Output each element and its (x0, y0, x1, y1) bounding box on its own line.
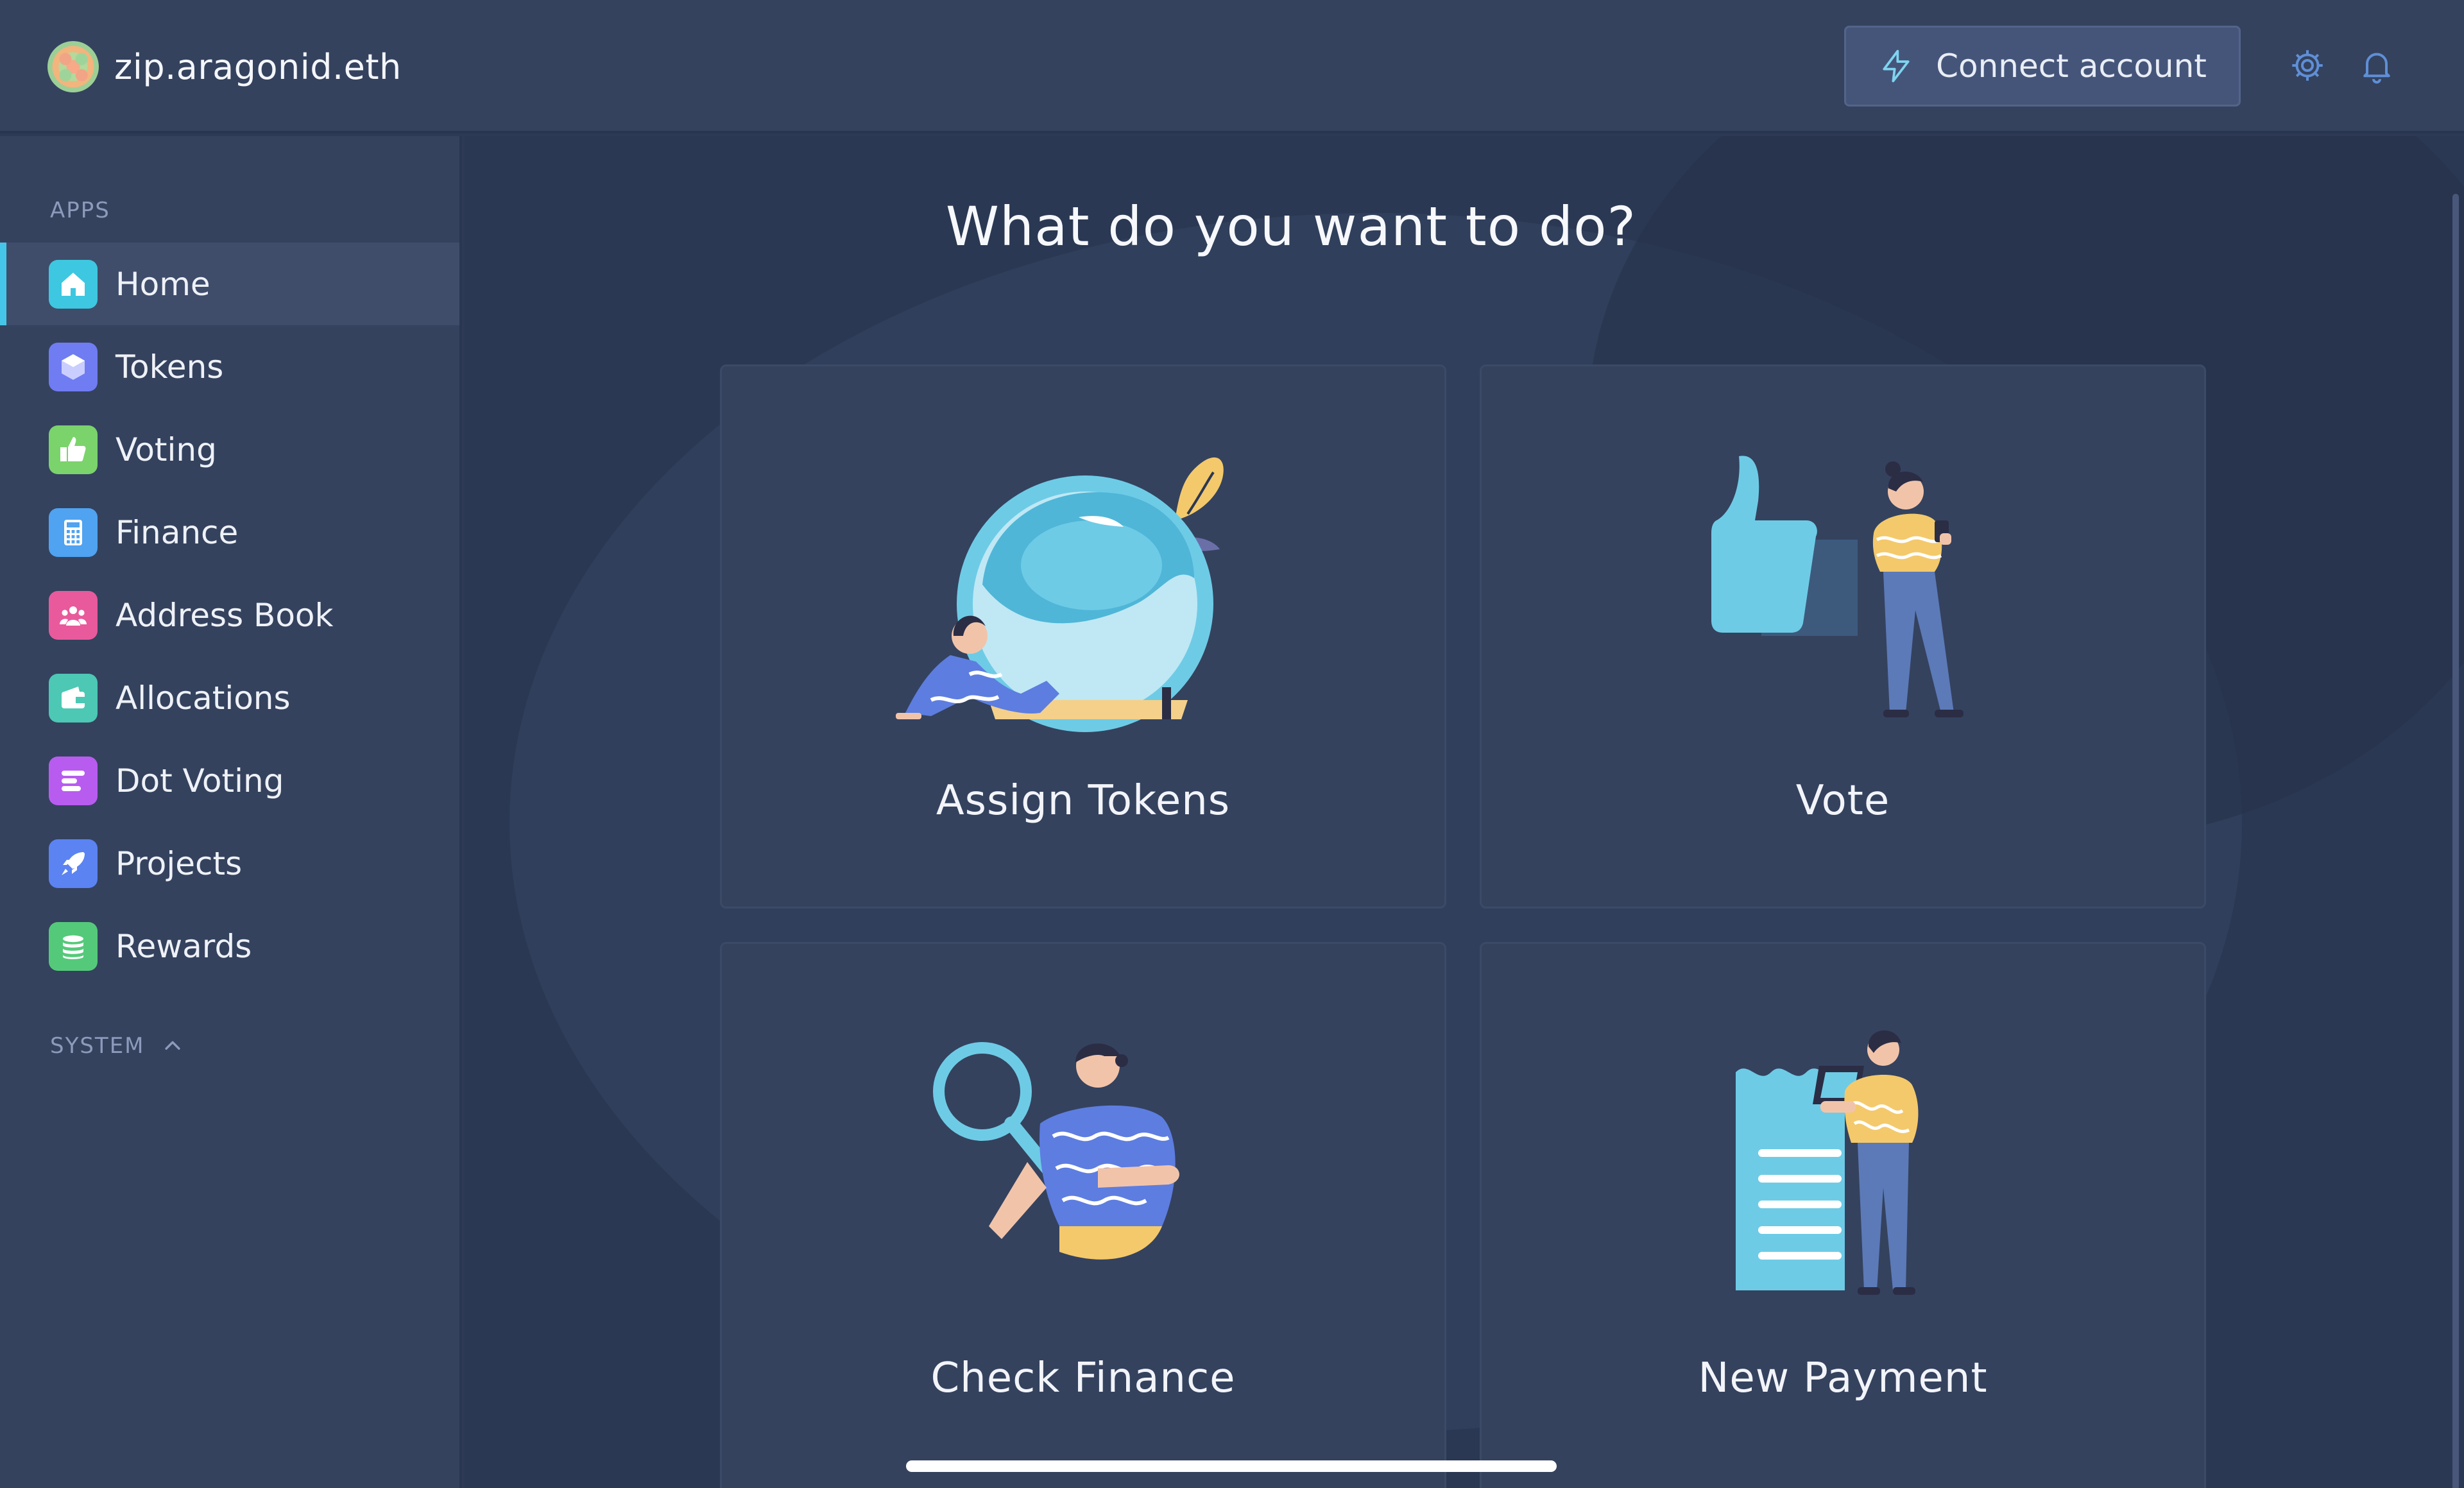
projects-icon (49, 839, 98, 888)
top-bar: zip.aragonid.eth Connect account (0, 0, 2464, 133)
home-indicator[interactable] (906, 1460, 1557, 1472)
finance-icon (49, 508, 98, 557)
sidebar-item-projects[interactable]: Projects (0, 822, 459, 905)
sidebar-item-voting[interactable]: Voting (0, 408, 459, 491)
sidebar-item-label: Finance (116, 513, 239, 551)
vote-card[interactable]: Vote (1480, 364, 2206, 909)
org-switcher[interactable]: zip.aragonid.eth (47, 38, 402, 95)
org-name: zip.aragonid.eth (114, 46, 402, 87)
main-content: What do you want to do? Assign Tokens Vo… (465, 136, 2464, 1488)
sidebar-item-finance[interactable]: Finance (0, 491, 459, 574)
sidebar-item-label: Allocations (116, 679, 291, 717)
sidebar-item-label: Dot Voting (116, 762, 284, 800)
apps-section-label: APPS (50, 198, 110, 223)
sidebar-item-home[interactable]: Home (0, 243, 459, 325)
sidebar-item-tokens[interactable]: Tokens (0, 325, 459, 408)
new-payment-card[interactable]: New Payment (1480, 942, 2206, 1488)
check-finance-card[interactable]: Check Finance (720, 942, 1446, 1488)
tokens-icon (49, 342, 98, 391)
allocations-icon (49, 673, 98, 723)
sidebar-item-rewards[interactable]: Rewards (0, 905, 459, 988)
assign-tokens-card[interactable]: Assign Tokens (720, 364, 1446, 909)
new-payment-illustration (1736, 1030, 1919, 1295)
sidebar-item-allocations[interactable]: Allocations (0, 656, 459, 739)
home-icon (49, 259, 98, 309)
dot-voting-icon (49, 756, 98, 805)
assign-tokens-label: Assign Tokens (936, 777, 1231, 825)
vote-illustration (1711, 456, 1964, 717)
sidebar-item-label: Tokens (116, 348, 224, 386)
bell-icon[interactable] (2357, 46, 2396, 85)
gear-icon[interactable] (2288, 46, 2327, 85)
app-nav: Home Tokens Voting Finance Address Book (0, 243, 459, 988)
sidebar-item-label: Rewards (116, 927, 252, 965)
sidebar-item-label: Voting (116, 431, 217, 468)
assign-tokens-illustration (896, 457, 1224, 732)
system-section-label: SYSTEM (50, 1033, 145, 1059)
connect-account-button[interactable]: Connect account (1844, 26, 2241, 107)
sidebar-item-label: Home (116, 265, 210, 303)
connect-account-label: Connect account (1936, 47, 2207, 85)
scrollbar[interactable] (2452, 194, 2459, 1488)
vote-label: Vote (1795, 777, 1890, 825)
system-section-toggle[interactable]: SYSTEM (50, 1033, 184, 1059)
voting-icon (49, 425, 98, 474)
check-finance-illustration (933, 1042, 1179, 1260)
bolt-icon (1883, 49, 1910, 83)
page-title: What do you want to do? (945, 195, 1637, 258)
chevron-up-icon (164, 1041, 180, 1050)
sidebar-item-dot-voting[interactable]: Dot Voting (0, 739, 459, 822)
rewards-icon (49, 921, 98, 971)
sidebar-item-label: Address Book (116, 596, 334, 634)
check-finance-label: Check Finance (930, 1355, 1236, 1402)
sidebar-item-label: Projects (116, 844, 243, 882)
sidebar: APPS Home Tokens Voting Finance Address … (0, 136, 462, 1488)
address-book-icon (49, 590, 98, 640)
sidebar-item-address-book[interactable]: Address Book (0, 574, 459, 656)
new-payment-label: New Payment (1698, 1355, 1988, 1402)
org-avatar (47, 41, 99, 92)
